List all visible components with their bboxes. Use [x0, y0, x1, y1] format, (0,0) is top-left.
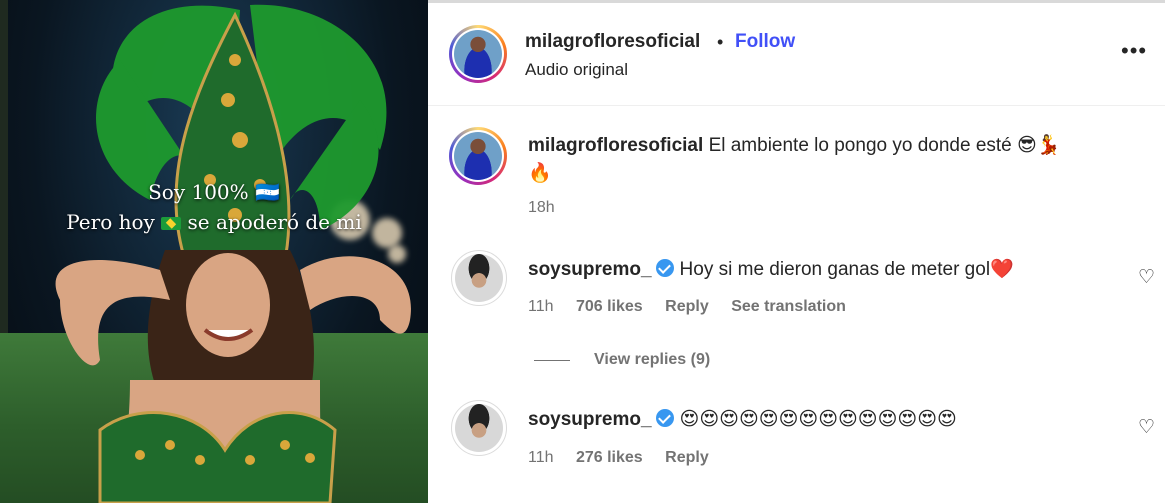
- comment-username[interactable]: soysupremo_: [528, 409, 652, 430]
- comment-body: 😍😍😍😍😍😍😍😍😍😍😍😍😍😍: [679, 409, 957, 430]
- comment-avatar[interactable]: [451, 250, 507, 306]
- audio-label[interactable]: Audio original: [525, 60, 628, 80]
- reel-media[interactable]: Soy 100% 🇭🇳 Pero hoy se apoderó de mi: [0, 0, 428, 503]
- post-meta: 18h: [528, 199, 573, 217]
- brazil-flag-icon: [161, 217, 182, 230]
- comment-text-2: soysupremo_ 😍😍😍😍😍😍😍😍😍😍😍😍😍😍: [528, 406, 1128, 434]
- comment-text-1: soysupremo_ Hoy si me dieron ganas de met…: [528, 256, 1108, 284]
- header-username[interactable]: milagrofloresoficial: [525, 31, 700, 53]
- dancer-illustration: [55, 4, 411, 503]
- post-header: milagrofloresoficial • Follow Audio orig…: [428, 0, 1165, 106]
- comment-likes[interactable]: 706 likes: [576, 298, 643, 316]
- comment-meta-2: 11h 276 likes Reply: [528, 449, 727, 467]
- view-replies-line: [534, 360, 570, 361]
- post-caption-text: El ambiente lo pongo yo donde esté 😎💃: [708, 135, 1061, 156]
- caption-line-1: Soy 100% 🇭🇳: [148, 180, 280, 204]
- follow-button[interactable]: Follow: [735, 31, 795, 53]
- comment-time[interactable]: 11h: [528, 449, 554, 467]
- see-translation-button[interactable]: See translation: [731, 298, 846, 316]
- comment-avatar[interactable]: [451, 400, 507, 456]
- separator-dot: •: [717, 32, 724, 52]
- post-caption-text-line2: 🔥: [528, 163, 552, 184]
- header-avatar[interactable]: [449, 25, 507, 83]
- reply-button[interactable]: Reply: [665, 449, 709, 467]
- verified-badge-icon: [655, 409, 674, 427]
- comment-time[interactable]: 11h: [528, 298, 554, 316]
- comment-likes[interactable]: 276 likes: [576, 449, 643, 467]
- more-options-icon[interactable]: •••: [1121, 38, 1147, 64]
- comment-meta-1: 11h 706 likes Reply See translation: [528, 298, 864, 316]
- post-panel: milagrofloresoficial • Follow Audio orig…: [428, 0, 1165, 503]
- verified-badge-icon: [655, 259, 674, 277]
- caption-line-2: Pero hoy se apoderó de mi: [66, 210, 362, 234]
- post-author-avatar[interactable]: [449, 127, 507, 185]
- like-heart-icon[interactable]: ♡: [1138, 416, 1155, 439]
- comment-username[interactable]: soysupremo_: [528, 259, 652, 280]
- comment-body: Hoy si me dieron ganas de meter gol❤️: [679, 259, 1014, 280]
- view-replies-button[interactable]: View replies (9): [594, 351, 710, 369]
- like-heart-icon[interactable]: ♡: [1138, 266, 1155, 289]
- post-time[interactable]: 18h: [528, 199, 555, 217]
- reply-button[interactable]: Reply: [665, 298, 709, 316]
- post-caption: milagrofloresoficial El ambiente lo pong…: [528, 132, 1128, 188]
- post-username[interactable]: milagrofloresoficial: [528, 135, 703, 156]
